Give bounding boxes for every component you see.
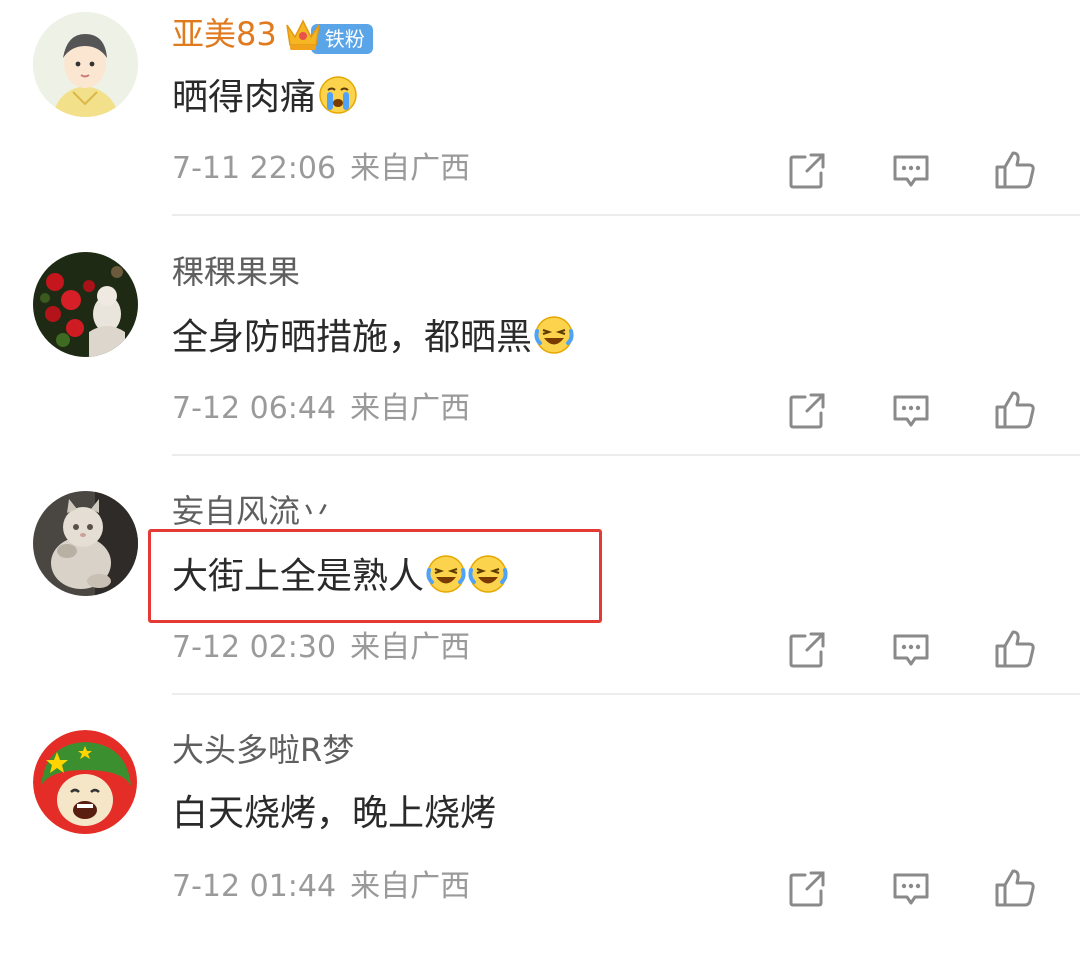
comment-time: 7-12 06:44 <box>172 391 337 426</box>
comment-location: 来自广西 <box>350 869 471 904</box>
avatar[interactable] <box>33 252 138 357</box>
username[interactable]: 亚美83 铁粉 <box>172 14 373 54</box>
share-icon[interactable] <box>785 628 829 672</box>
thumbs-up-icon[interactable] <box>993 626 1037 670</box>
comment-content: 晒得肉痛 <box>172 75 358 127</box>
comment-location: 来自广西 <box>350 391 471 426</box>
username-text[interactable]: 亚美83 <box>172 15 277 53</box>
fan-badge: 铁粉 <box>283 15 373 54</box>
username[interactable]: 稞稞果果 <box>172 252 300 292</box>
comment-icon[interactable] <box>889 149 933 193</box>
crying-face-icon <box>318 75 358 127</box>
comment-time: 7-12 01:44 <box>172 869 337 904</box>
divider <box>172 693 1080 695</box>
avatar[interactable] <box>33 12 138 117</box>
username-text[interactable]: 稞稞果果 <box>172 253 300 291</box>
thumbs-up-icon[interactable] <box>993 865 1037 909</box>
divider <box>172 214 1080 216</box>
thumbs-up-icon[interactable] <box>993 387 1037 431</box>
comment-time: 7-11 22:06 <box>172 151 337 186</box>
comment-time: 7-12 02:30 <box>172 630 337 665</box>
crown-icon <box>285 19 320 50</box>
username[interactable]: 妄自风流丷 <box>172 491 332 531</box>
comment-meta: 7-12 01:44 来自广西 <box>172 868 470 906</box>
divider <box>172 454 1080 456</box>
comment-icon[interactable] <box>889 628 933 672</box>
share-icon[interactable] <box>785 149 829 193</box>
username-text[interactable]: 大头多啦R梦 <box>172 731 354 769</box>
avatar[interactable] <box>33 491 138 596</box>
thumbs-up-icon[interactable] <box>993 147 1037 191</box>
comment-text: 晒得肉痛 <box>172 77 317 118</box>
comment-text: 全身防晒措施，都晒黑 <box>172 317 533 358</box>
comment-location: 来自广西 <box>350 630 471 665</box>
comment-text: 白天烧烤，晚上烧烤 <box>172 793 497 834</box>
share-icon[interactable] <box>785 389 829 433</box>
comment-content: 全身防晒措施，都晒黑 <box>172 315 574 367</box>
comment-meta: 7-11 22:06 来自广西 <box>172 150 470 188</box>
comment-content: 白天烧烤，晚上烧烤 <box>172 791 496 837</box>
username-text[interactable]: 妄自风流丷 <box>172 492 332 530</box>
comment-location: 来自广西 <box>350 151 471 186</box>
comment-icon[interactable] <box>889 867 933 911</box>
comment-meta: 7-12 06:44 来自广西 <box>172 390 470 428</box>
comment-icon[interactable] <box>889 389 933 433</box>
comment-item: 稞稞果果 全身防晒措施，都晒黑 7-12 06:44 来自广西 <box>0 240 1080 480</box>
comment-meta: 7-12 02:30 来自广西 <box>172 629 470 667</box>
share-icon[interactable] <box>785 867 829 911</box>
avatar[interactable] <box>33 730 138 835</box>
laugh-cry-face-icon <box>534 315 574 367</box>
comment-item: 大头多啦R梦 白天烧烤，晚上烧烤 7-12 01:44 来自广西 <box>0 718 1080 958</box>
comment-item: 亚美83 铁粉 晒得肉痛 7-11 22:06 来自广西 <box>0 0 1080 240</box>
highlight-box <box>148 529 602 623</box>
username[interactable]: 大头多啦R梦 <box>172 730 354 770</box>
